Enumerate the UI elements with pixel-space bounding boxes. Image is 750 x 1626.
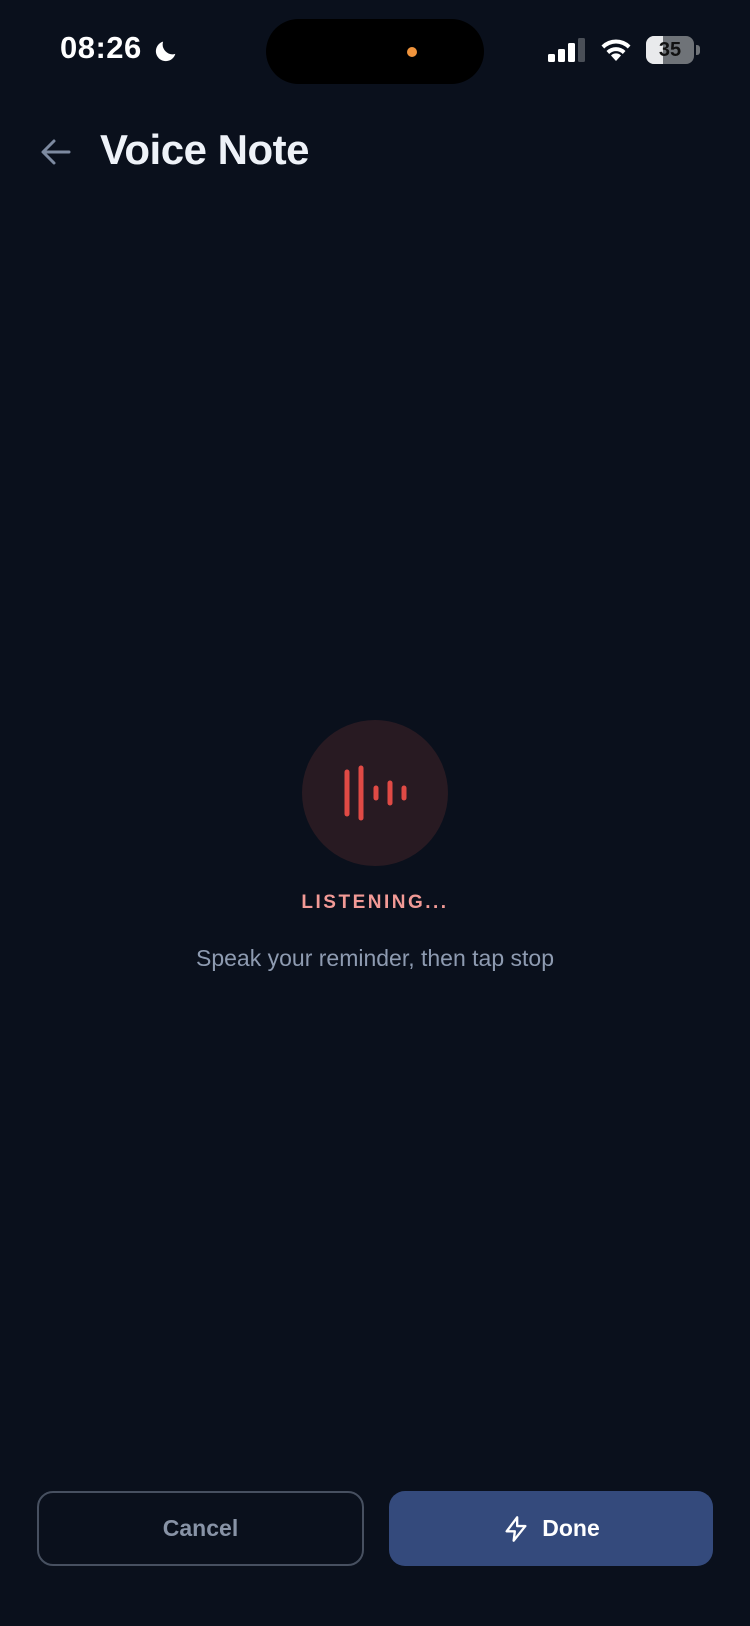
status-bar: 08:26 35 — [0, 0, 750, 100]
page-title: Voice Note — [100, 126, 309, 173]
recording-indicator[interactable] — [302, 720, 448, 866]
bolt-icon — [505, 1515, 527, 1542]
wifi-icon — [601, 39, 631, 61]
battery-body: 35 — [646, 36, 694, 64]
cancel-button[interactable]: Cancel — [37, 1491, 364, 1566]
cancel-button-label: Cancel — [162, 1515, 239, 1541]
recording-hint: Speak your reminder, then tap stop — [196, 945, 554, 971]
battery-cap — [696, 45, 700, 55]
arrow-left-icon — [41, 139, 71, 165]
moon-icon — [155, 41, 176, 62]
done-button-label: Done — [542, 1515, 600, 1541]
back-button[interactable] — [34, 130, 78, 174]
privacy-indicator-dot — [407, 47, 417, 57]
waveform-icon — [344, 765, 407, 821]
status-time: 08:26 — [60, 30, 142, 65]
dynamic-island — [266, 19, 484, 84]
listening-status: LISTENING... — [301, 892, 449, 913]
voice-note-screen: 08:26 35 Voice Note LISTENING... Speak y… — [0, 0, 750, 1626]
done-button[interactable]: Done — [389, 1491, 713, 1566]
battery-percent: 35 — [658, 39, 682, 61]
battery-icon: 35 — [646, 36, 700, 64]
signal-icon — [548, 38, 585, 62]
